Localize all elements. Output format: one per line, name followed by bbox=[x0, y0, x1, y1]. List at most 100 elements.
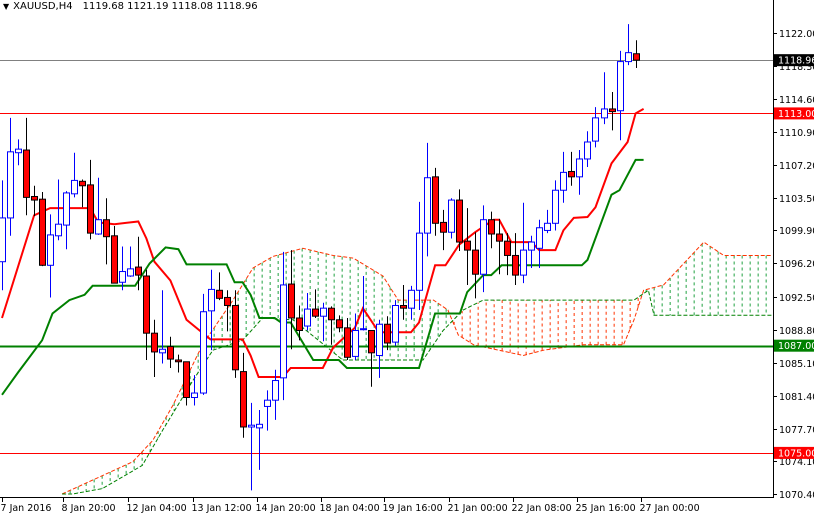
candle bbox=[55, 179, 62, 241]
candle bbox=[264, 390, 271, 431]
bear-candle-body bbox=[472, 249, 479, 275]
bear-candle-body bbox=[464, 240, 471, 251]
bull-candle-body bbox=[352, 330, 359, 357]
candle bbox=[568, 151, 575, 186]
bear-candle-body bbox=[87, 184, 94, 234]
candle bbox=[320, 302, 327, 342]
candle bbox=[151, 319, 158, 377]
ichimoku-lines bbox=[1, 108, 645, 396]
bull-candle-body bbox=[544, 222, 551, 231]
candle bbox=[424, 142, 431, 257]
candle bbox=[400, 284, 407, 320]
candle bbox=[609, 91, 616, 131]
candle bbox=[552, 180, 559, 231]
price-tick-label: 1096.20 bbox=[779, 259, 814, 270]
time-axis[interactable]: 7 Jan 2016 8 Jan 20:00 12 Jan 04:00 13 Jan … bbox=[1, 497, 700, 514]
bull-candle-body bbox=[191, 392, 198, 399]
bear-candle-body bbox=[224, 296, 231, 306]
candle bbox=[456, 189, 463, 251]
price-tick-label: 1110.90 bbox=[779, 128, 814, 139]
bear-candle-body bbox=[400, 304, 407, 309]
price-tick-label: 1085.10 bbox=[779, 359, 814, 370]
bear-candle-body bbox=[167, 346, 174, 360]
bear-candle-body bbox=[344, 327, 351, 358]
candle bbox=[216, 272, 223, 301]
price-axis[interactable]: 1122.001118.301114.601110.901107.201103.… bbox=[773, 29, 814, 501]
bull-candle-body bbox=[448, 199, 455, 233]
candle bbox=[31, 185, 38, 217]
candle bbox=[191, 375, 198, 406]
bull-candle-body bbox=[625, 52, 632, 63]
candle bbox=[432, 167, 439, 236]
candle bbox=[488, 211, 495, 249]
candle bbox=[15, 139, 22, 166]
bear-candle-body bbox=[288, 283, 295, 319]
ohlc-values: 1119.68 1121.19 1118.08 1118.96 bbox=[82, 1, 258, 12]
candle bbox=[167, 336, 174, 369]
price-chart[interactable]: 1122.001118.301114.601110.901107.201103.… bbox=[0, 0, 814, 516]
candle bbox=[360, 276, 367, 331]
bull-candle-body bbox=[127, 268, 134, 277]
candle bbox=[480, 205, 487, 293]
bull-candle-body bbox=[256, 423, 263, 429]
candle bbox=[528, 235, 535, 268]
candle bbox=[159, 290, 166, 364]
bull-candle-body bbox=[520, 249, 527, 276]
bear-candle-body bbox=[175, 359, 182, 363]
bear-candle-body bbox=[440, 221, 447, 233]
candle bbox=[408, 285, 415, 320]
bull-candle-body bbox=[71, 179, 78, 195]
bear-candle-body bbox=[432, 176, 439, 224]
bear-candle-body bbox=[111, 235, 118, 284]
time-tick-label: 22 Jan 08:00 bbox=[512, 503, 572, 514]
candle bbox=[95, 177, 102, 235]
bull-candle-body bbox=[248, 424, 255, 428]
candle bbox=[384, 316, 391, 351]
candle bbox=[39, 192, 46, 267]
candle bbox=[440, 209, 447, 251]
bull-candle-body bbox=[320, 307, 327, 317]
bear-candle-body bbox=[568, 170, 575, 178]
candle bbox=[560, 151, 567, 203]
time-tick-label: 12 Jan 04:00 bbox=[127, 503, 187, 514]
bear-candle-body bbox=[488, 219, 495, 235]
price-tag-label: 1118.96 bbox=[778, 56, 814, 67]
bull-candle-body bbox=[264, 399, 271, 407]
candle bbox=[119, 246, 126, 291]
bull-candle-body bbox=[280, 284, 287, 379]
candle bbox=[47, 214, 54, 298]
time-tick-label: 8 Jan 20:00 bbox=[62, 503, 116, 514]
bull-candle-body bbox=[416, 232, 423, 291]
bull-candle-body bbox=[208, 288, 215, 312]
candle bbox=[328, 306, 335, 345]
bear-candle-body bbox=[240, 371, 247, 428]
bull-candle-body bbox=[584, 141, 591, 160]
price-tag-label: 1113.00 bbox=[778, 109, 814, 120]
bull-candle-body bbox=[55, 223, 62, 237]
candle bbox=[625, 24, 632, 66]
time-tick-label: 27 Jan 00:00 bbox=[640, 503, 700, 514]
candle bbox=[240, 352, 247, 438]
bear-candle-body bbox=[609, 108, 616, 113]
candle bbox=[23, 117, 30, 216]
price-tick-label: 1107.20 bbox=[779, 161, 814, 172]
bear-candle-body bbox=[368, 330, 375, 354]
candle bbox=[584, 131, 591, 168]
time-tick-label: 21 Jan 00:00 bbox=[448, 503, 508, 514]
bull-candle-body bbox=[200, 311, 207, 394]
candle bbox=[248, 402, 255, 491]
candle bbox=[232, 290, 239, 378]
candle bbox=[175, 354, 182, 373]
price-tick-label: 1077.70 bbox=[779, 425, 814, 436]
bear-candle-body bbox=[512, 254, 519, 276]
candle bbox=[312, 289, 319, 318]
bull-candle-body bbox=[424, 177, 431, 234]
triangle-down-icon[interactable]: ▼ bbox=[3, 2, 9, 11]
bull-candle-body bbox=[592, 117, 599, 142]
bull-candle-body bbox=[360, 328, 367, 331]
bear-candle-body bbox=[31, 195, 38, 201]
candle bbox=[280, 251, 287, 401]
bear-candle-body bbox=[336, 319, 343, 329]
time-tick-label: 14 Jan 20:00 bbox=[256, 503, 316, 514]
bull-candle-body bbox=[552, 189, 559, 224]
